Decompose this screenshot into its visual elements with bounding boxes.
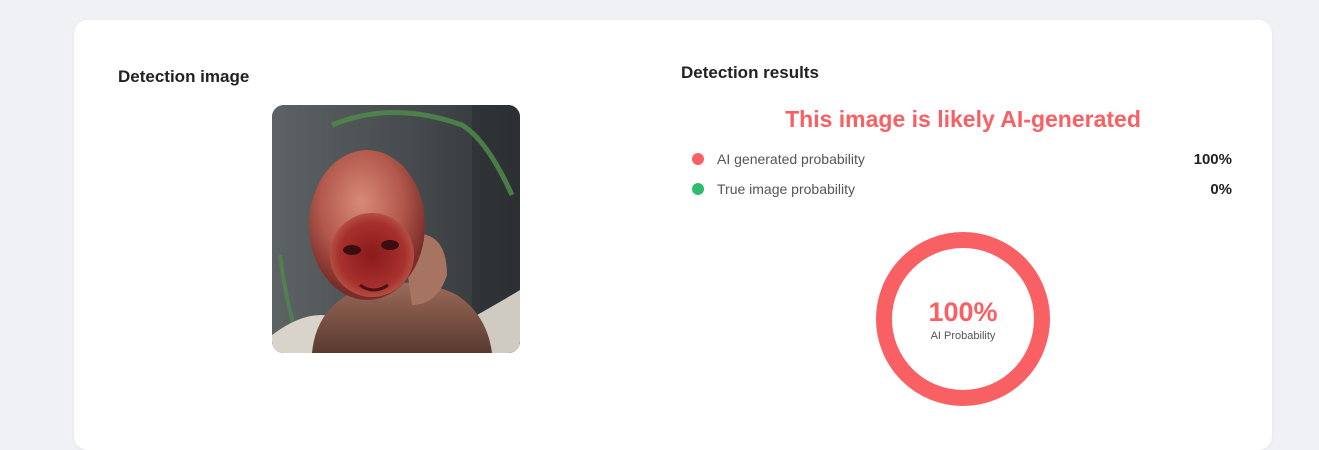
detection-image-title: Detection image [118,67,250,86]
detection-results-title: Detection results [681,63,819,82]
ai-probability-gauge: 100% AI Probability [875,231,1051,407]
real-probability-row: True image probability 0% [692,179,1232,199]
ai-probability-label: AI generated probability [717,151,865,167]
detection-card: Detection image Detection results This i… [74,20,1272,450]
detection-photo [272,105,520,353]
verdict-text: This image is likely AI-generated [785,106,1141,132]
real-probability-value: 0% [1210,180,1232,198]
real-dot-icon [692,183,704,195]
ai-dot-icon [692,153,704,165]
gauge-caption: AI Probability [930,329,996,342]
ai-probability-row: AI generated probability 100% [692,149,1232,169]
ai-probability-value: 100% [1193,150,1232,168]
gauge-percent: 100% [928,296,998,327]
real-probability-label: True image probability [717,181,855,197]
